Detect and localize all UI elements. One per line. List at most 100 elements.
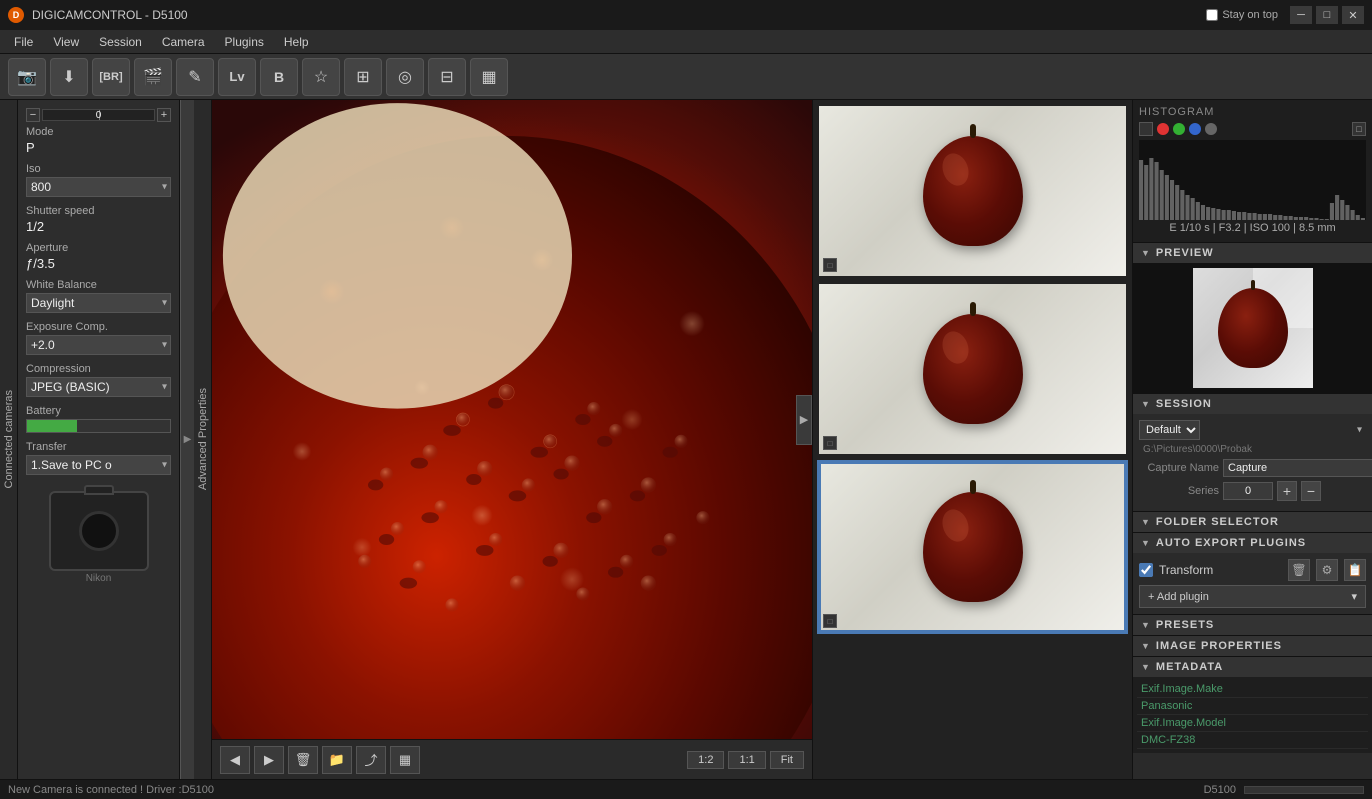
image-properties-header[interactable]: ▼ IMAGE PROPERTIES [1133,636,1372,656]
zoom-1-1-button[interactable]: 1:1 [728,751,765,769]
preview-apple [1218,288,1288,368]
close-button[interactable]: ✕ [1342,6,1364,24]
gallery-photo-button[interactable]: ▦ [390,746,420,774]
meta-row-4: DMC-FZ38 [1137,732,1368,749]
image-properties-arrow: ▼ [1141,641,1150,651]
preview-section-header[interactable]: ▼ PREVIEW [1133,243,1372,263]
controls-nav-arrow[interactable]: ▶ [180,100,194,779]
exposure-minus-btn[interactable]: − [26,108,40,122]
zoom-1-2-button[interactable]: 1:2 [687,751,724,769]
thumbnail-item-3[interactable]: □ [817,460,1128,634]
meta-key-2: Panasonic [1141,700,1192,712]
camera-button[interactable]: 📷 [8,58,46,96]
br-button[interactable]: [BR] [92,58,130,96]
export-photo-button[interactable]: ⤴ [356,746,386,774]
menu-help[interactable]: Help [274,33,319,51]
add-plugin-button[interactable]: + Add plugin ▾ [1139,585,1366,608]
presets-header[interactable]: ▼ PRESETS [1133,615,1372,635]
transform-checkbox[interactable] [1139,563,1153,577]
folder-selector-header[interactable]: ▼ FOLDER SELECTOR [1133,512,1372,532]
film-button[interactable]: 🎬 [134,58,172,96]
meta-key-4: DMC-FZ38 [1141,734,1195,746]
histogram-expand-button[interactable]: □ [1352,122,1366,136]
qr-button[interactable]: ▦ [470,58,508,96]
right-scroll-area[interactable]: ▼ PREVIEW ▼ SESSION [1133,242,1372,779]
b-button[interactable]: B [260,58,298,96]
series-plus-button[interactable]: + [1277,481,1297,501]
compression-row: Compression JPEG (BASIC) JPEG (NORMAL) J… [26,363,171,397]
restore-button[interactable]: □ [1316,6,1338,24]
capture-name-label: Capture Name [1139,462,1219,474]
wifi-button[interactable]: ◎ [386,58,424,96]
menu-camera[interactable]: Camera [152,33,215,51]
histogram-green-channel[interactable] [1173,123,1185,135]
menu-plugins[interactable]: Plugins [215,33,274,51]
stay-on-top-label: Stay on top [1222,9,1278,21]
app-icon: D [8,7,24,23]
layers-button[interactable]: ⊞ [344,58,382,96]
series-label: Series [1139,485,1219,497]
lv-button[interactable]: Lv [218,58,256,96]
menu-file[interactable]: File [4,33,43,51]
compression-label: Compression [26,363,171,375]
wb-select-wrapper: Daylight Auto Cloudy Shade Fluorescent I… [26,293,171,313]
content-area: ▶ ◀ ▶ 🗑 📁 ⤴ ▦ 1:2 1:1 Fit [212,100,1132,779]
prev-photo-button[interactable]: ◀ [220,746,250,774]
menu-view[interactable]: View [43,33,89,51]
white-balance-label: White Balance [26,279,171,291]
menu-session[interactable]: Session [89,33,152,51]
series-minus-button[interactable]: − [1301,481,1321,501]
transform-settings-button[interactable]: ⚙ [1316,559,1338,581]
thumb-corner-icon-2: □ [823,436,837,450]
exposure-plus-btn[interactable]: + [157,108,171,122]
auto-export-section: ▼ AUTO EXPORT PLUGINS Transform 🗑 ⚙ 📋 + … [1133,532,1372,614]
histogram-check[interactable] [1139,122,1153,136]
session-profile-select[interactable]: Default [1139,420,1200,440]
status-message: New Camera is connected ! Driver :D5100 [8,784,214,796]
meta-row-1: Exif.Image.Make [1137,681,1368,698]
main-area: Connected cameras − 0 + Mode P Iso [0,100,1372,779]
thumbnail-item-1[interactable]: □ [817,104,1128,278]
auto-export-header[interactable]: ▼ AUTO EXPORT PLUGINS [1133,533,1372,553]
photo-nav-right[interactable]: ▶ [796,395,812,445]
download-button[interactable]: ⬇ [50,58,88,96]
thumbnail-item-2[interactable]: □ [817,282,1128,456]
histogram-blue-channel[interactable] [1189,123,1201,135]
minimize-button[interactable]: ─ [1290,6,1312,24]
metadata-header[interactable]: ▼ METADATA [1133,657,1372,677]
histogram-luma-channel[interactable] [1205,123,1217,135]
wb-select[interactable]: Daylight Auto Cloudy Shade Fluorescent I… [26,293,171,313]
session-section-header[interactable]: ▼ SESSION [1133,394,1372,414]
exp-comp-select[interactable]: +2.0 0 +1.0 -1.0 [26,335,171,355]
compression-select[interactable]: JPEG (BASIC) JPEG (NORMAL) JPEG (FINE) R… [26,377,171,397]
thumbnail-scroll[interactable]: □ □ [813,100,1132,779]
thumb-apple-2 [923,314,1023,424]
main-photo-area[interactable]: ▶ [212,100,812,739]
thumb-apple-bg-1 [819,106,1126,276]
stay-on-top-checkbox[interactable] [1206,9,1218,21]
advanced-properties-tab[interactable]: Advanced Properties [194,100,212,779]
iso-select[interactable]: 800 100 200 400 1600 [26,177,171,197]
histogram-red-channel[interactable] [1157,123,1169,135]
histogram-controls: □ [1139,122,1366,136]
histogram-panel: HISTOGRAM □ [1133,100,1372,242]
print-button[interactable]: ⊟ [428,58,466,96]
session-title: SESSION [1156,398,1212,410]
edit-button[interactable]: ✎ [176,58,214,96]
exposure-comp-label: Exposure Comp. [26,321,171,333]
controls-scroll-area: − 0 + Mode P Iso 800 100 200 [18,100,179,779]
series-number-input[interactable] [1223,482,1273,500]
star-button[interactable]: ☆ [302,58,340,96]
next-photo-button[interactable]: ▶ [254,746,284,774]
folder-photo-button[interactable]: 📁 [322,746,352,774]
transform-delete-button[interactable]: 🗑 [1288,559,1310,581]
capture-name-input[interactable] [1223,459,1372,477]
preview-content [1133,263,1372,393]
zoom-fit-button[interactable]: Fit [770,751,804,769]
thumbnail-image-2 [819,284,1126,454]
transform-export-button[interactable]: 📋 [1344,559,1366,581]
delete-photo-button[interactable]: 🗑 [288,746,318,774]
connected-cameras-sidebar: Connected cameras [0,100,18,779]
auto-export-title: AUTO EXPORT PLUGINS [1156,537,1306,549]
transfer-select[interactable]: 1.Save to PC o 2.Save to Camera [26,455,171,475]
